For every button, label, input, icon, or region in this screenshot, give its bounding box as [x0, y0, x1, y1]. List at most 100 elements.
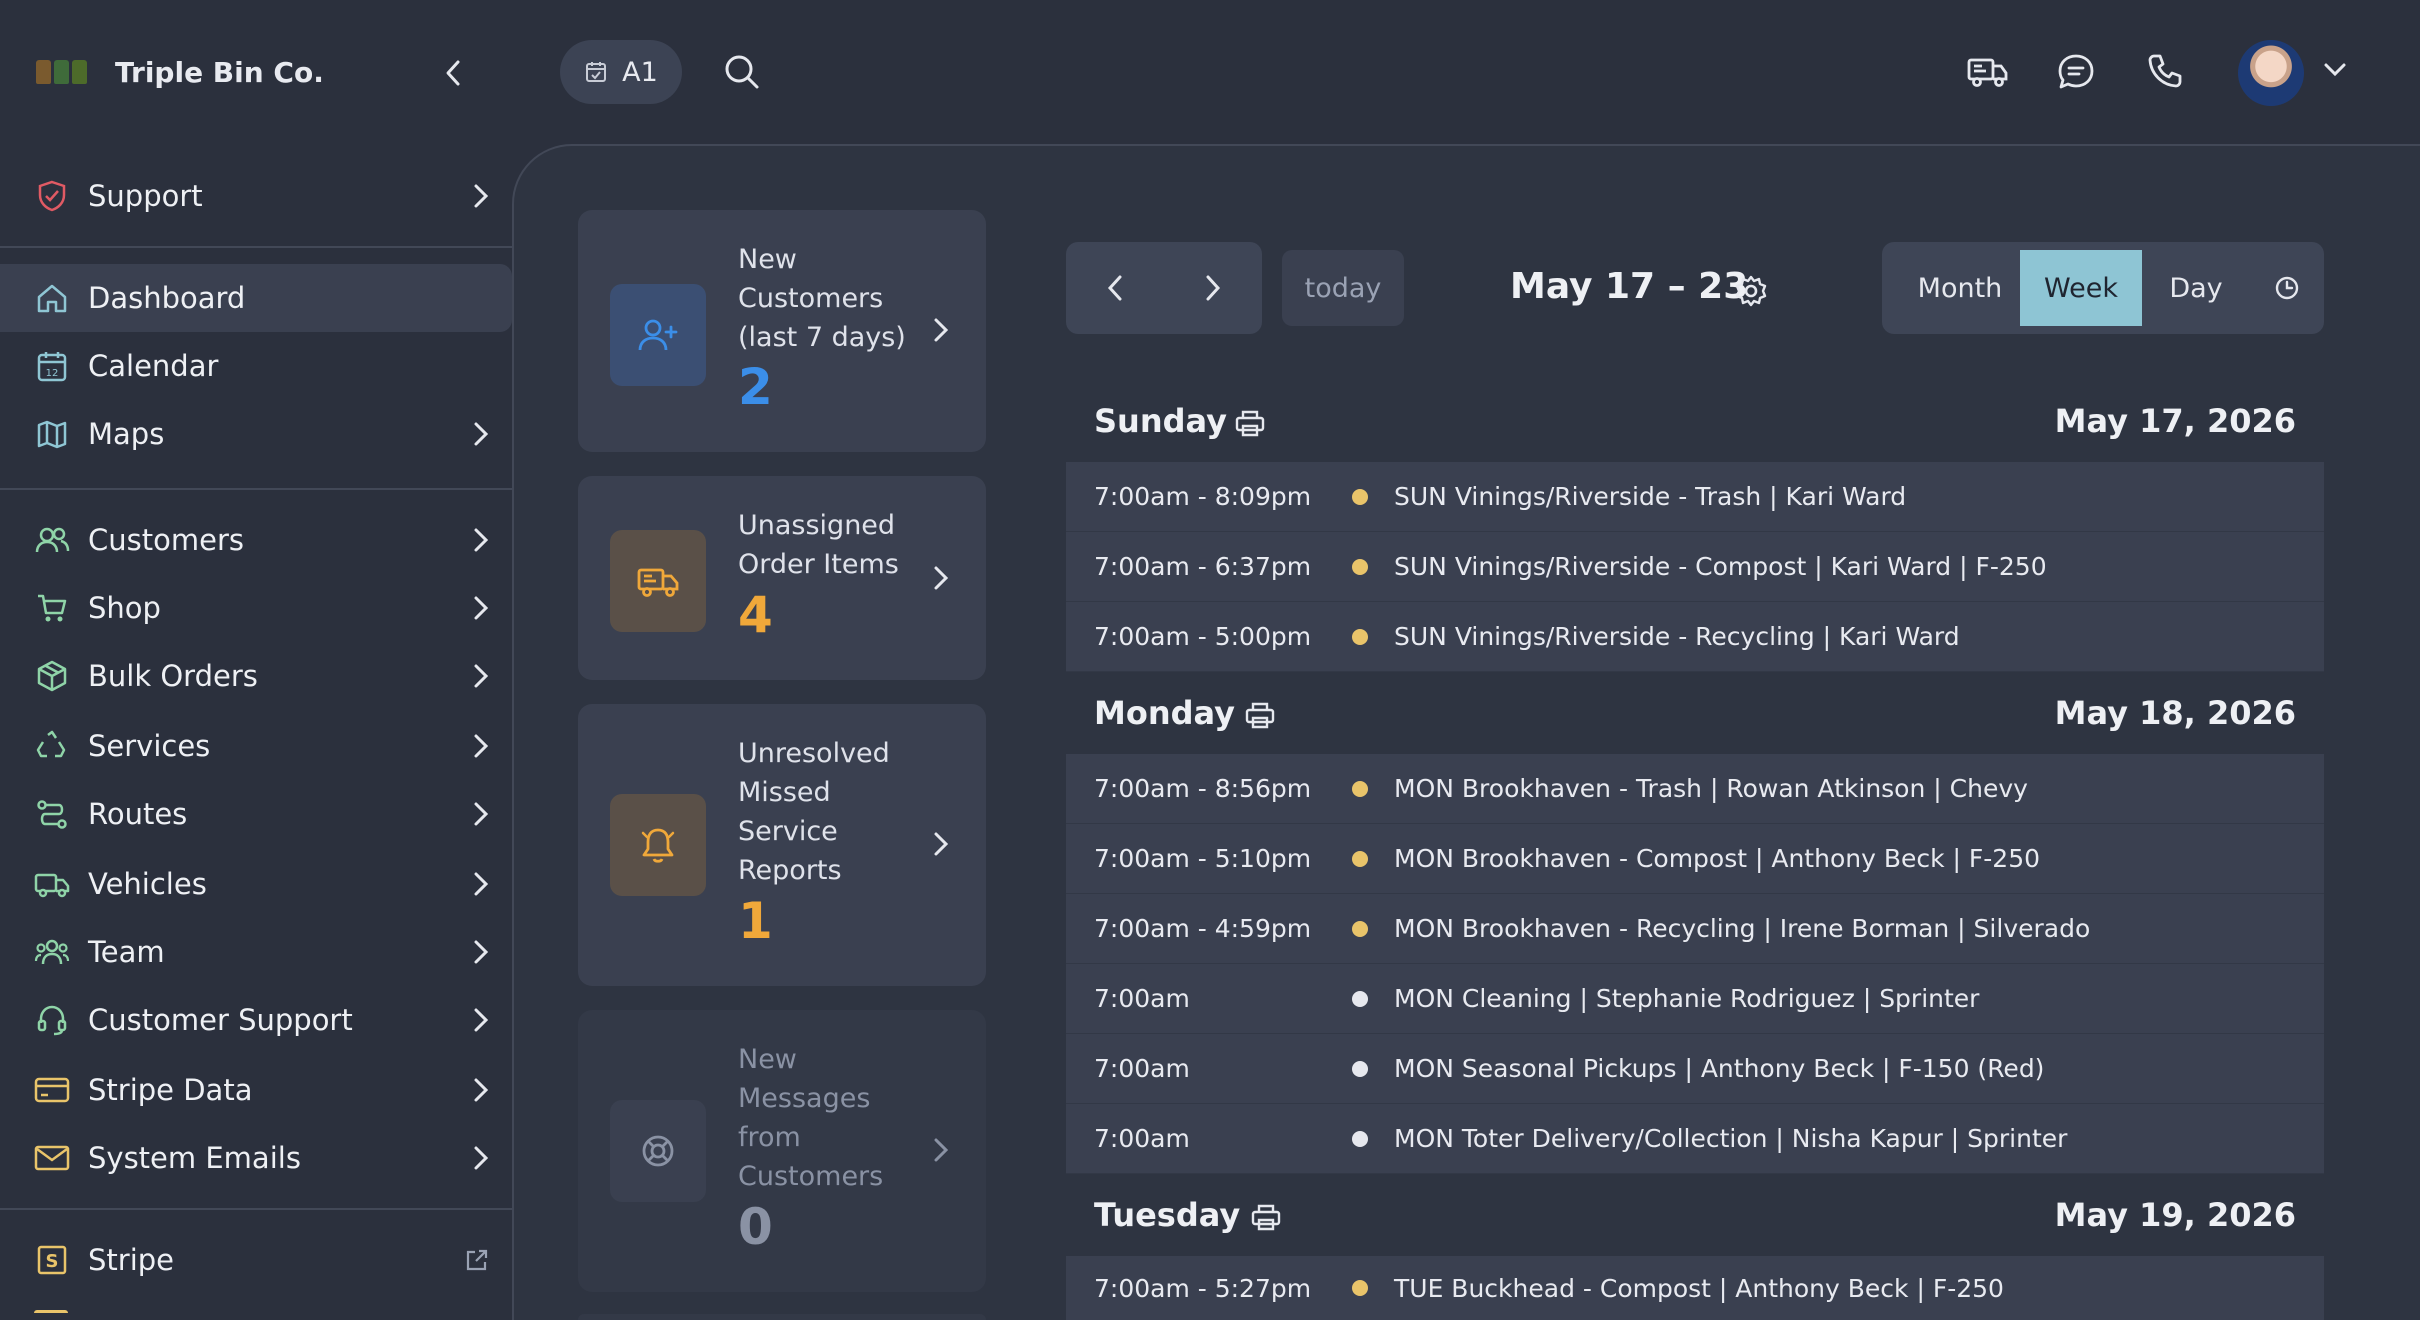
messages-button[interactable] — [2056, 52, 2096, 92]
day-header-monday: Monday May 18, 2026 — [1066, 680, 2324, 750]
sidebar-item-routes[interactable]: Routes — [0, 780, 512, 848]
sidebar-item-vehicles[interactable]: Vehicles — [0, 850, 512, 918]
event-row[interactable]: 7:00am - 5:10pm MON Brookhaven - Compost… — [1066, 824, 2324, 894]
chevron-right-icon — [474, 734, 489, 758]
chevron-right-icon — [1206, 275, 1221, 301]
sidebar-item-shop[interactable]: Shop — [0, 574, 512, 642]
today-button[interactable]: today — [1282, 250, 1404, 326]
print-day-button[interactable] — [1250, 1202, 1282, 1232]
sidebar-item-label: Shop — [88, 591, 161, 625]
sidebar-item-calendar[interactable]: 12 Calendar — [0, 332, 512, 400]
event-row[interactable]: 7:00am - 6:37pm SUN Vinings/Riverside - … — [1066, 532, 2324, 602]
event-row[interactable]: 7:00am MON Seasonal Pickups | Anthony Be… — [1066, 1034, 2324, 1104]
phone-button[interactable] — [2146, 52, 2184, 90]
collapse-sidebar-button[interactable] — [436, 56, 470, 90]
event-row[interactable]: 7:00am - 5:27pm TUE Buckhead - Compost |… — [1066, 1256, 2324, 1320]
sidebar-item-customer-support[interactable]: Customer Support — [0, 986, 512, 1054]
chevron-right-icon — [474, 528, 489, 552]
event-row[interactable]: 7:00am - 8:09pm SUN Vinings/Riverside - … — [1066, 462, 2324, 532]
sidebar-item-stripe-data[interactable]: Stripe Data — [0, 1056, 512, 1124]
event-title: MON Brookhaven - Compost | Anthony Beck … — [1394, 844, 2041, 873]
user-plus-icon — [610, 284, 706, 386]
print-day-button[interactable] — [1234, 408, 1266, 438]
stat-value: 0 — [738, 1198, 773, 1256]
stat-card-new-messages[interactable]: New Messages from Customers 0 — [578, 1010, 986, 1292]
search-button[interactable] — [722, 52, 762, 92]
mail-icon — [34, 1140, 70, 1176]
event-title: SUN Vinings/Riverside - Recycling | Kari… — [1394, 622, 1960, 651]
view-week-button[interactable]: Week — [2020, 250, 2142, 326]
event-status-dot — [1352, 1060, 1368, 1077]
sidebar-item-system-emails[interactable]: System Emails — [0, 1124, 512, 1192]
event-row[interactable]: 7:00am - 4:59pm MON Brookhaven - Recycli… — [1066, 894, 2324, 964]
stat-label-line: Reports — [738, 855, 842, 886]
stat-card-new-customers[interactable]: New Customers (last 7 days) 2 — [578, 210, 986, 452]
sidebar-item-label: Customers — [88, 523, 244, 557]
event-row[interactable]: 7:00am - 5:00pm SUN Vinings/Riverside - … — [1066, 602, 2324, 672]
sidebar-item-support[interactable]: Support — [0, 162, 512, 230]
sidebar-item-label: System Emails — [88, 1141, 301, 1175]
next-week-button[interactable] — [1183, 258, 1243, 318]
event-title: TUE Buckhead - Compost | Anthony Beck | … — [1394, 1273, 2004, 1303]
day-name: Monday — [1094, 694, 1235, 732]
box-icon — [34, 658, 70, 694]
sidebar-item-bulk-orders[interactable]: Bulk Orders — [0, 642, 512, 710]
sidebar-item-services[interactable]: Services — [0, 712, 512, 780]
prev-week-button[interactable] — [1085, 258, 1145, 318]
event-status-dot — [1352, 920, 1368, 937]
event-title: SUN Vinings/Riverside - Trash | Kari War… — [1394, 482, 1907, 511]
sidebar-item-customers[interactable]: Customers — [0, 506, 512, 574]
stat-label-line: Unassigned — [738, 510, 896, 541]
truck-icon — [1967, 58, 2008, 87]
chevron-right-icon — [474, 1146, 489, 1170]
event-row[interactable]: 7:00am - 8:56pm MON Brookhaven - Trash |… — [1066, 754, 2324, 824]
brand[interactable]: Triple Bin Co. — [36, 52, 324, 92]
sidebar-item-label: Customer Support — [88, 1003, 353, 1037]
sidebar-item-label: Services — [88, 729, 211, 763]
stripe-s-icon: S — [34, 1242, 70, 1278]
chevron-right-icon — [474, 1008, 489, 1032]
sidebar-item-stripe[interactable]: S Stripe — [0, 1226, 512, 1294]
avatar[interactable] — [2238, 40, 2304, 106]
account-menu-toggle[interactable] — [2322, 60, 2348, 78]
chevron-right-icon — [474, 802, 489, 826]
date-range-title: May 17 – 23 — [1510, 266, 1749, 307]
sidebar: Triple Bin Co. Support Dashboard 12 Cale… — [0, 0, 512, 1320]
truck-button[interactable] — [1966, 52, 2008, 90]
event-status-dot — [1352, 558, 1368, 575]
sidebar-item-maps[interactable]: Maps — [0, 400, 512, 468]
phone-icon — [2148, 54, 2182, 88]
stat-label-line: Messages — [738, 1083, 871, 1114]
stat-value: 2 — [738, 358, 773, 416]
sidebar-divider — [0, 1208, 512, 1210]
svg-text:12: 12 — [46, 368, 59, 379]
sidebar-item-cutoff — [34, 1310, 68, 1320]
calendar-icon: 12 — [34, 348, 70, 384]
sidebar-item-label: Vehicles — [88, 867, 207, 901]
event-row[interactable]: 7:00am MON Cleaning | Stephanie Rodrigue… — [1066, 964, 2324, 1034]
printer-icon — [1251, 1204, 1281, 1231]
sidebar-item-label: Calendar — [88, 349, 219, 383]
sidebar-item-label: Routes — [88, 797, 188, 831]
sidebar-item-team[interactable]: Team — [0, 918, 512, 986]
stat-card-unassigned-orders[interactable]: Unassigned Order Items 4 — [578, 476, 986, 680]
printer-icon — [1235, 410, 1265, 437]
event-title: MON Brookhaven - Recycling | Irene Borma… — [1394, 914, 2091, 943]
stat-card-cutoff — [578, 1314, 986, 1320]
sidebar-item-dashboard[interactable]: Dashboard — [0, 264, 512, 332]
calendar-settings-button[interactable] — [1734, 274, 1768, 308]
stat-card-missed-service[interactable]: Unresolved Missed Service Reports 1 — [578, 704, 986, 986]
sidebar-item-label: Stripe — [88, 1243, 175, 1277]
view-day-button[interactable]: Day — [2142, 250, 2250, 326]
event-title: SUN Vinings/Riverside - Compost | Kari W… — [1394, 552, 2047, 581]
stat-label-line: (last 7 days) — [738, 322, 906, 353]
print-day-button[interactable] — [1244, 700, 1276, 730]
event-row[interactable]: 7:00am MON Toter Delivery/Collection | N… — [1066, 1104, 2324, 1174]
day-header-sunday: Sunday May 17, 2026 — [1066, 388, 2324, 458]
users-icon — [34, 522, 70, 558]
workspace-chip[interactable]: A1 — [560, 40, 682, 104]
view-list-button[interactable] — [2250, 250, 2324, 326]
route-icon — [34, 796, 70, 832]
printer-icon — [1245, 702, 1275, 729]
view-month-button[interactable]: Month — [1896, 250, 2024, 326]
